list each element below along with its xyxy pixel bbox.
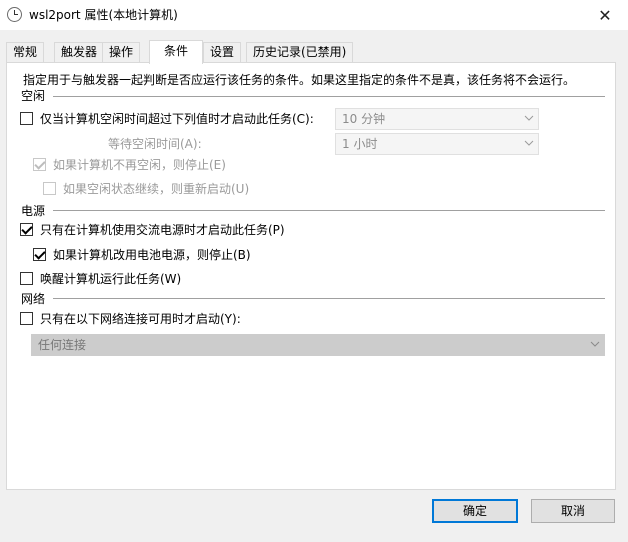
power-section-divider xyxy=(53,210,605,211)
start-if-idle-checkbox[interactable] xyxy=(20,111,33,125)
restart-if-idle-label: 如果空闲状态继续，则重新启动(U) xyxy=(63,181,250,196)
tab-strip: 常规 触发器 操作 条件 设置 历史记录(已禁用) xyxy=(6,40,622,64)
chevron-down-icon xyxy=(590,341,600,347)
stop-if-not-idle-option[interactable]: 如果计算机不再空闲，则停止(E) xyxy=(33,155,226,173)
idle-duration-select[interactable]: 10 分钟 xyxy=(335,108,539,130)
idle-section-divider xyxy=(53,96,605,97)
network-available-option[interactable]: 只有在以下网络连接可用时才启动(Y): xyxy=(20,309,241,327)
tab-conditions[interactable]: 条件 xyxy=(149,40,203,64)
network-section-divider xyxy=(53,298,605,299)
tab-triggers[interactable]: 触发器 xyxy=(54,42,105,62)
ac-power-checkbox[interactable] xyxy=(20,222,33,236)
restart-if-idle-checkbox[interactable] xyxy=(43,181,56,195)
ac-power-label: 只有在计算机使用交流电源时才启动此任务(P) xyxy=(40,222,285,237)
idle-duration-value: 10 分钟 xyxy=(342,112,386,126)
restart-if-idle-option[interactable]: 如果空闲状态继续，则重新启动(U) xyxy=(43,179,249,197)
chevron-down-icon xyxy=(524,140,534,146)
clock-icon xyxy=(7,7,22,22)
power-section-title: 电源 xyxy=(21,204,46,218)
stop-on-battery-checkbox[interactable] xyxy=(33,247,46,261)
wake-to-run-label: 唤醒计算机运行此任务(W) xyxy=(40,271,182,286)
tab-actions[interactable]: 操作 xyxy=(102,42,141,62)
stop-on-battery-option[interactable]: 如果计算机改用电池电源，则停止(B) xyxy=(33,245,251,263)
conditions-panel: 指定用于与触发器一起判断是否应运行该任务的条件。如果这里指定的条件不是真，该任务… xyxy=(6,62,616,490)
stop-on-battery-label: 如果计算机改用电池电源，则停止(B) xyxy=(53,247,251,262)
ok-button[interactable]: 确定 xyxy=(432,499,518,523)
window-title: wsl2port 属性(本地计算机) xyxy=(29,8,178,22)
tab-general[interactable]: 常规 xyxy=(6,42,45,62)
wake-to-run-checkbox[interactable] xyxy=(20,271,33,285)
stop-if-not-idle-checkbox[interactable] xyxy=(33,157,46,171)
start-if-idle-label: 仅当计算机空闲时间超过下列值时才启动此任务(C): xyxy=(40,111,314,126)
network-section-title: 网络 xyxy=(21,292,46,306)
network-connection-select[interactable]: 任何连接 xyxy=(31,334,605,356)
chevron-down-icon xyxy=(524,115,534,121)
network-available-label: 只有在以下网络连接可用时才启动(Y): xyxy=(40,311,241,326)
idle-section-title: 空闲 xyxy=(21,89,46,103)
ac-power-option[interactable]: 只有在计算机使用交流电源时才启动此任务(P) xyxy=(20,220,285,238)
dialog-client: 常规 触发器 操作 条件 设置 历史记录(已禁用) 指定用于与触发器一起判断是否… xyxy=(0,30,628,542)
wait-idle-select[interactable]: 1 小时 xyxy=(335,133,539,155)
start-if-idle-option[interactable]: 仅当计算机空闲时间超过下列值时才启动此任务(C): xyxy=(20,109,314,127)
stop-if-not-idle-label: 如果计算机不再空闲，则停止(E) xyxy=(53,157,226,172)
wait-idle-label: 等待空闲时间(A): xyxy=(108,137,202,151)
tab-settings[interactable]: 设置 xyxy=(203,42,242,62)
cancel-button[interactable]: 取消 xyxy=(531,499,615,523)
conditions-description: 指定用于与触发器一起判断是否应运行该任务的条件。如果这里指定的条件不是真，该任务… xyxy=(23,73,576,87)
close-icon[interactable]: ✕ xyxy=(582,0,628,30)
tab-history[interactable]: 历史记录(已禁用) xyxy=(246,42,354,62)
network-connection-value: 任何连接 xyxy=(38,338,87,352)
wake-to-run-option[interactable]: 唤醒计算机运行此任务(W) xyxy=(20,269,181,287)
network-available-checkbox[interactable] xyxy=(20,311,33,325)
titlebar: wsl2port 属性(本地计算机) ✕ xyxy=(0,0,628,30)
wait-idle-value: 1 小时 xyxy=(342,137,378,151)
